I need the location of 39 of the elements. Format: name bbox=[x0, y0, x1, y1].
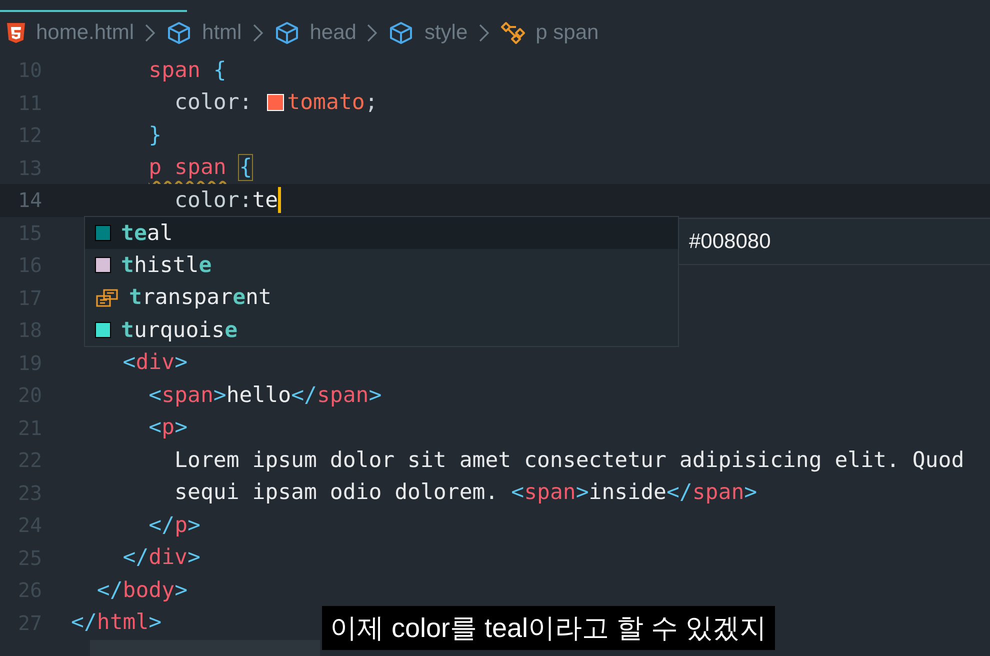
code-text: } bbox=[148, 122, 162, 148]
line-number: 14 bbox=[17, 188, 44, 212]
code-text: color: bbox=[174, 90, 254, 116]
keyword-icon bbox=[95, 288, 119, 308]
chevron-right-icon bbox=[144, 23, 156, 43]
code-text: sequi ipsam odio dolorem. <span>inside</span> bbox=[174, 480, 758, 506]
chevron-right-icon bbox=[252, 23, 264, 43]
code-text: </body> bbox=[96, 578, 188, 603]
suggestion-item[interactable]: turquoise bbox=[85, 314, 678, 346]
color-swatch-icon[interactable] bbox=[267, 94, 284, 112]
code-text: span { bbox=[148, 58, 226, 83]
subtitle: 이제 color를 teal이라고 할 수 있겠지 bbox=[322, 606, 775, 650]
code-text: <div> bbox=[122, 350, 188, 376]
breadcrumb-item[interactable]: head bbox=[310, 21, 356, 45]
code-text: p span { bbox=[148, 155, 252, 180]
breadcrumb-item[interactable]: style bbox=[424, 21, 468, 45]
code-text: Lorem ipsum dolor sit amet consectetur adipisicing elit. Quod bbox=[174, 448, 964, 473]
structure-icon bbox=[500, 21, 526, 45]
cube-icon bbox=[166, 21, 192, 45]
code-text: tomato; bbox=[287, 90, 378, 116]
code-text: <span>hello</span> bbox=[148, 382, 382, 408]
code-text: </html> bbox=[71, 610, 162, 636]
text-cursor bbox=[278, 187, 281, 214]
cube-icon bbox=[388, 21, 414, 45]
code-text: color:te bbox=[174, 188, 278, 213]
suggestion-item[interactable]: transparent bbox=[85, 282, 678, 314]
html5-icon bbox=[6, 22, 26, 44]
chevron-right-icon bbox=[478, 23, 490, 43]
cube-icon bbox=[274, 21, 300, 45]
breadcrumb-item[interactable]: p span bbox=[536, 21, 599, 45]
suggestion-detail: #008080 bbox=[678, 218, 990, 265]
code-text: </div> bbox=[122, 545, 200, 570]
code-text: </p> bbox=[148, 512, 200, 538]
code-text: <p> bbox=[148, 415, 188, 440]
breadcrumb-item[interactable]: html bbox=[202, 21, 242, 45]
suggestion-item[interactable]: thistle bbox=[85, 249, 678, 282]
suggestion-item[interactable]: teal bbox=[85, 217, 678, 250]
breadcrumb-item[interactable]: home.html bbox=[36, 21, 134, 45]
chevron-right-icon bbox=[366, 23, 378, 43]
